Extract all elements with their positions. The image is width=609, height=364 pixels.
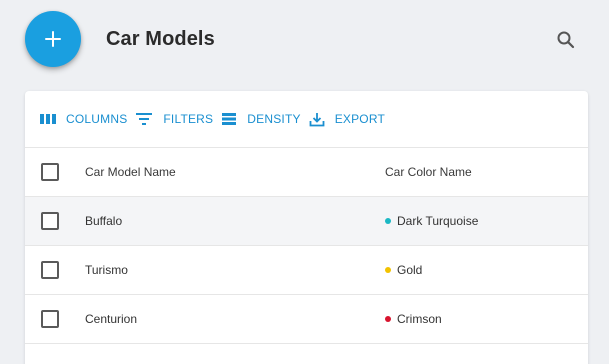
- color-dot: [385, 218, 391, 224]
- model-name-cell: Turismo: [85, 263, 128, 277]
- grid-toolbar: COLUMNS FILTERS DENSITY EXPORT: [25, 91, 588, 148]
- page-title: Car Models: [106, 28, 215, 50]
- data-grid: COLUMNS FILTERS DENSITY EXPORT Car Model…: [25, 91, 588, 364]
- filters-button[interactable]: FILTERS: [135, 112, 213, 126]
- columns-label: COLUMNS: [66, 112, 128, 126]
- model-name-cell: Centurion: [85, 312, 138, 326]
- color-name-text: Gold: [397, 263, 423, 277]
- color-name-cell: Dark Turquoise: [385, 214, 478, 228]
- filter-icon: [135, 112, 153, 126]
- export-label: EXPORT: [334, 112, 386, 126]
- search-icon: [557, 31, 575, 49]
- download-icon: [309, 112, 325, 127]
- density-button[interactable]: DENSITY: [221, 112, 300, 126]
- search-button[interactable]: [553, 27, 579, 53]
- column-header-model-name[interactable]: Car Model Name: [85, 165, 176, 179]
- color-name-text: Crimson: [397, 312, 442, 326]
- header-row: Car Model Name Car Color Name: [25, 148, 588, 197]
- row-checkbox[interactable]: [41, 261, 59, 279]
- color-name-cell: Crimson: [385, 312, 442, 326]
- density-label: DENSITY: [247, 112, 301, 126]
- color-name-text: Dark Turquoise: [397, 214, 479, 228]
- select-all-checkbox[interactable]: [41, 163, 59, 181]
- row-checkbox[interactable]: [41, 310, 59, 328]
- filters-label: FILTERS: [163, 112, 214, 126]
- table-row[interactable]: Centurion Crimson: [25, 295, 588, 344]
- table-row[interactable]: Buffalo Dark Turquoise: [25, 197, 588, 246]
- plus-icon: [45, 31, 61, 47]
- row-checkbox[interactable]: [41, 212, 59, 230]
- table-row[interactable]: Turismo Gold: [25, 246, 588, 295]
- color-dot: [385, 316, 391, 322]
- model-name-cell: Buffalo: [85, 214, 123, 228]
- columns-icon: [40, 113, 56, 125]
- columns-button[interactable]: COLUMNS: [40, 112, 127, 126]
- density-icon: [221, 112, 237, 126]
- add-button[interactable]: [25, 11, 81, 67]
- column-header-color-name[interactable]: Car Color Name: [385, 165, 472, 179]
- export-button[interactable]: EXPORT: [309, 112, 385, 127]
- color-dot: [385, 267, 391, 273]
- color-name-cell: Gold: [385, 263, 422, 277]
